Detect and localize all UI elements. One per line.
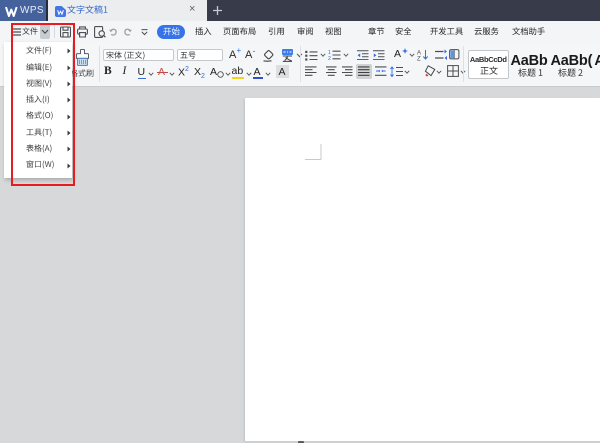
svg-text:1: 1 bbox=[328, 50, 331, 56]
svg-text:2: 2 bbox=[328, 56, 331, 61]
svg-text:Z: Z bbox=[417, 57, 421, 62]
